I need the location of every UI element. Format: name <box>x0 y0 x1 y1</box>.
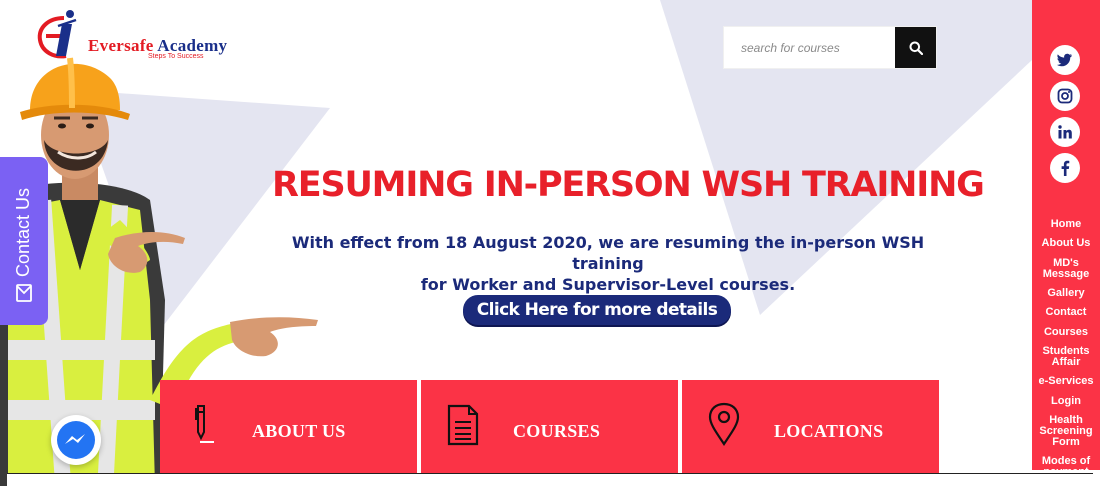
nav-e-services[interactable]: e-Services <box>1032 376 1100 387</box>
nav-contact[interactable]: Contact <box>1032 307 1100 318</box>
banner-subtext-line1: With effect from 18 August 2020, we are … <box>291 233 925 273</box>
nav-courses[interactable]: Courses <box>1032 327 1100 338</box>
tile-label: COURSES <box>513 421 601 441</box>
contact-us-label-wrap: Contact Us <box>12 177 36 287</box>
tile-label: LOCATIONS <box>774 421 884 441</box>
search-icon <box>909 41 923 55</box>
messenger-button[interactable] <box>51 415 101 465</box>
tile-label: ABOUT US <box>252 421 346 441</box>
messenger-icon <box>57 421 95 459</box>
nav-label-line: payment <box>1032 467 1100 471</box>
instagram-icon <box>1057 88 1073 104</box>
page: Eversafe Academy Steps To Success search… <box>0 0 1100 486</box>
instagram-button[interactable] <box>1050 81 1080 111</box>
contact-us-label: Contact Us <box>13 187 34 277</box>
nav-label-line: Message <box>1042 268 1090 280</box>
nav-login[interactable]: Login <box>1032 396 1100 407</box>
nav-modes-of-payment[interactable]: Modes of payment <box>1032 456 1100 471</box>
contact-us-tab[interactable]: Contact Us <box>0 157 48 325</box>
nav-students-affair[interactable]: Students Affair <box>1032 346 1100 368</box>
location-pin-icon <box>708 402 740 446</box>
banner-subtext-line2: for Worker and Supervisor-Level courses. <box>420 275 796 294</box>
tile-courses[interactable]: COURSES <box>421 380 678 475</box>
twitter-button[interactable] <box>1050 45 1080 75</box>
twitter-icon <box>1057 53 1072 67</box>
mail-icon <box>16 284 32 302</box>
search-button[interactable] <box>895 27 936 68</box>
bottom-strip <box>7 474 1093 486</box>
search-input[interactable] <box>724 27 894 68</box>
linkedin-button[interactable] <box>1050 117 1080 147</box>
search-box <box>724 27 936 68</box>
nav-label-line: Affair <box>1051 356 1081 368</box>
nav-health-screening-form[interactable]: Health Screening Form <box>1032 415 1100 448</box>
nav-gallery[interactable]: Gallery <box>1032 288 1100 299</box>
more-details-button[interactable]: Click Here for more details <box>463 295 731 325</box>
facebook-icon <box>1061 160 1070 176</box>
tile-locations[interactable]: LOCATIONS <box>682 380 939 475</box>
tile-about-us[interactable]: ABOUT US <box>160 380 417 475</box>
nav-md-message[interactable]: MD's Message <box>1032 258 1100 280</box>
banner-subtext: With effect from 18 August 2020, we are … <box>262 232 954 295</box>
nav-about-us[interactable]: About Us <box>1032 238 1100 249</box>
banner-headline: RESUMING IN-PERSON WSH TRAINING <box>272 165 985 205</box>
pen-icon <box>195 405 214 443</box>
linkedin-icon <box>1058 125 1072 139</box>
nav-home[interactable]: Home <box>1032 219 1100 230</box>
right-sidebar: Home About Us MD's Message Gallery Conta… <box>1032 0 1100 470</box>
nav-label-line: Form <box>1052 436 1080 448</box>
document-icon <box>447 404 479 446</box>
facebook-button[interactable] <box>1050 153 1080 183</box>
